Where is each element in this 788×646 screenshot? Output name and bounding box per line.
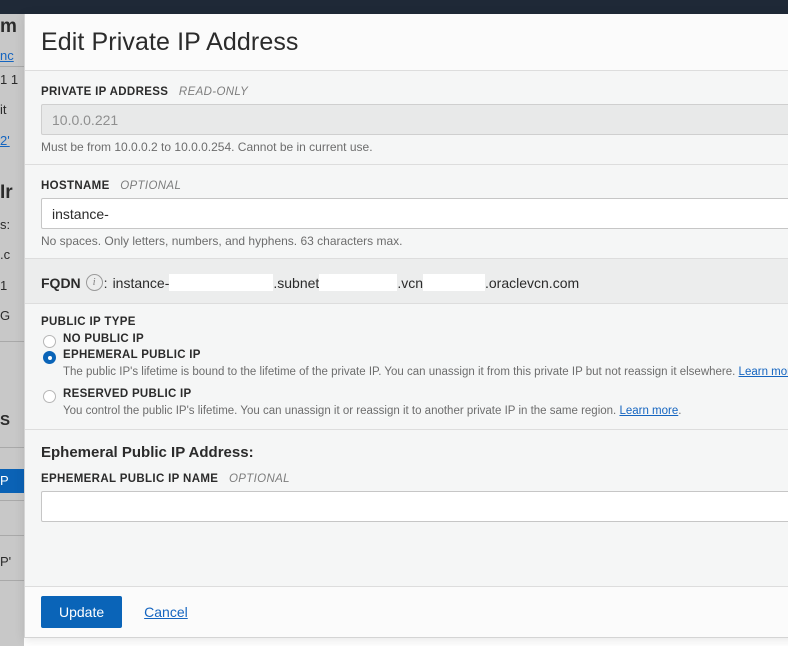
dialog-footer: Update Cancel — [25, 586, 788, 637]
hostname-label: HOSTNAME — [41, 180, 110, 192]
background-fragment[interactable]: 2' — [0, 133, 24, 148]
public-ip-type-section: PUBLIC IP TYPE NO PUBLIC IP EPHEMERAL PU… — [25, 304, 788, 430]
background-fragment: P' — [0, 554, 12, 569]
background-divider — [0, 447, 24, 448]
fqdn-row: FQDN i : instance- .subnet .vcn .oraclev… — [41, 271, 788, 293]
background-divider — [0, 580, 24, 581]
edit-private-ip-dialog: Edit Private IP Address PRIVATE IP ADDRE… — [24, 14, 788, 638]
radio-option-ephemeral-public-ip[interactable]: EPHEMERAL PUBLIC IP — [41, 349, 788, 364]
fqdn-section: FQDN i : instance- .subnet .vcn .oraclev… — [25, 259, 788, 304]
ephemeral-public-ip-section: Ephemeral Public IP Address: EPHEMERAL P… — [25, 430, 788, 532]
hostname-optional-flag: OPTIONAL — [120, 180, 182, 192]
radio-description-text-reserved: You control the public IP's lifetime. Yo… — [63, 405, 617, 417]
radio-icon-no-public-ip[interactable] — [43, 335, 56, 348]
ephemeral-public-ip-name-label: EPHEMERAL PUBLIC IP NAME — [41, 473, 219, 485]
fqdn-part-hostname: instance- — [112, 274, 170, 291]
fqdn-part-subnet: .subnet — [273, 274, 320, 291]
hostname-input[interactable] — [41, 198, 788, 229]
hostname-section: HOSTNAME OPTIONAL No spaces. Only letter… — [25, 165, 788, 259]
radio-option-no-public-ip[interactable]: NO PUBLIC IP — [41, 333, 788, 348]
app-top-bar — [0, 0, 788, 14]
fqdn-redacted-subnet — [319, 274, 398, 291]
background-divider — [0, 535, 24, 536]
background-divider — [0, 500, 24, 501]
background-divider — [0, 341, 24, 342]
radio-option-reserved-public-ip[interactable]: RESERVED PUBLIC IP — [41, 388, 788, 403]
dialog-body: PRIVATE IP ADDRESS READ-ONLY Must be fro… — [25, 71, 788, 586]
public-ip-type-label: PUBLIC IP TYPE — [41, 316, 136, 328]
background-fragment: G — [0, 308, 11, 323]
hostname-help: No spaces. Only letters, numbers, and hy… — [41, 234, 403, 248]
radio-description-reserved-public-ip: You control the public IP's lifetime. Yo… — [63, 405, 682, 417]
page-root: m nc 1 1 it 2' Ir s: .c 1 G S P P' Edit … — [0, 0, 788, 646]
private-ip-help: Must be from 10.0.0.2 to 10.0.0.254. Can… — [41, 140, 373, 154]
background-fragment: m — [0, 16, 17, 37]
private-ip-label: PRIVATE IP ADDRESS — [41, 86, 169, 98]
background-selected-item[interactable]: P — [0, 469, 24, 493]
fqdn-part-domain: .oraclevcn.com — [485, 274, 580, 291]
private-ip-input — [41, 104, 788, 135]
fqdn-part-vcn: .vcn — [397, 274, 423, 291]
ephemeral-public-ip-name-input[interactable] — [41, 491, 788, 522]
update-button[interactable]: Update — [41, 596, 123, 628]
radio-description-text-ephemeral: The public IP's lifetime is bound to the… — [63, 366, 736, 378]
dialog-header: Edit Private IP Address — [25, 14, 788, 71]
radio-label-no-public-ip: NO PUBLIC IP — [63, 333, 144, 345]
background-divider — [0, 66, 24, 67]
radio-icon-ephemeral-public-ip[interactable] — [43, 351, 56, 364]
radio-icon-reserved-public-ip[interactable] — [43, 390, 56, 403]
fqdn-separator: : — [103, 274, 108, 291]
background-fragment[interactable]: nc — [0, 48, 24, 63]
private-ip-section: PRIVATE IP ADDRESS READ-ONLY Must be fro… — [25, 71, 788, 165]
background-fragment: s: — [0, 217, 11, 232]
learn-more-link-reserved[interactable]: Learn more — [619, 405, 678, 417]
fqdn-redacted-hostname — [169, 274, 274, 291]
ephemeral-public-ip-heading: Ephemeral Public IP Address: — [41, 444, 254, 461]
background-fragment: .c — [0, 247, 11, 262]
info-icon[interactable]: i — [85, 274, 103, 291]
private-ip-readonly-flag: READ-ONLY — [178, 86, 249, 98]
learn-more-link-ephemeral[interactable]: Learn more — [739, 366, 788, 378]
fqdn-redacted-vcn — [423, 274, 485, 291]
ephemeral-public-ip-name-optional-flag: OPTIONAL — [228, 473, 290, 485]
background-fragment: Ir — [0, 182, 13, 203]
background-fragment: S — [0, 412, 11, 429]
cancel-button[interactable]: Cancel — [144, 604, 188, 620]
background-page-sidebar: m nc 1 1 it 2' Ir s: .c 1 G S P P' — [0, 14, 24, 646]
radio-label-reserved-public-ip: RESERVED PUBLIC IP — [63, 388, 192, 400]
radio-label-ephemeral-public-ip: EPHEMERAL PUBLIC IP — [63, 349, 201, 361]
fqdn-label: FQDN — [41, 274, 81, 291]
background-fragment: 1 1 — [0, 72, 19, 87]
background-fragment: it — [0, 102, 7, 117]
background-fragment: 1 — [0, 278, 8, 293]
radio-description-ephemeral-public-ip: The public IP's lifetime is bound to the… — [63, 365, 788, 380]
dialog-title: Edit Private IP Address — [41, 27, 299, 56]
